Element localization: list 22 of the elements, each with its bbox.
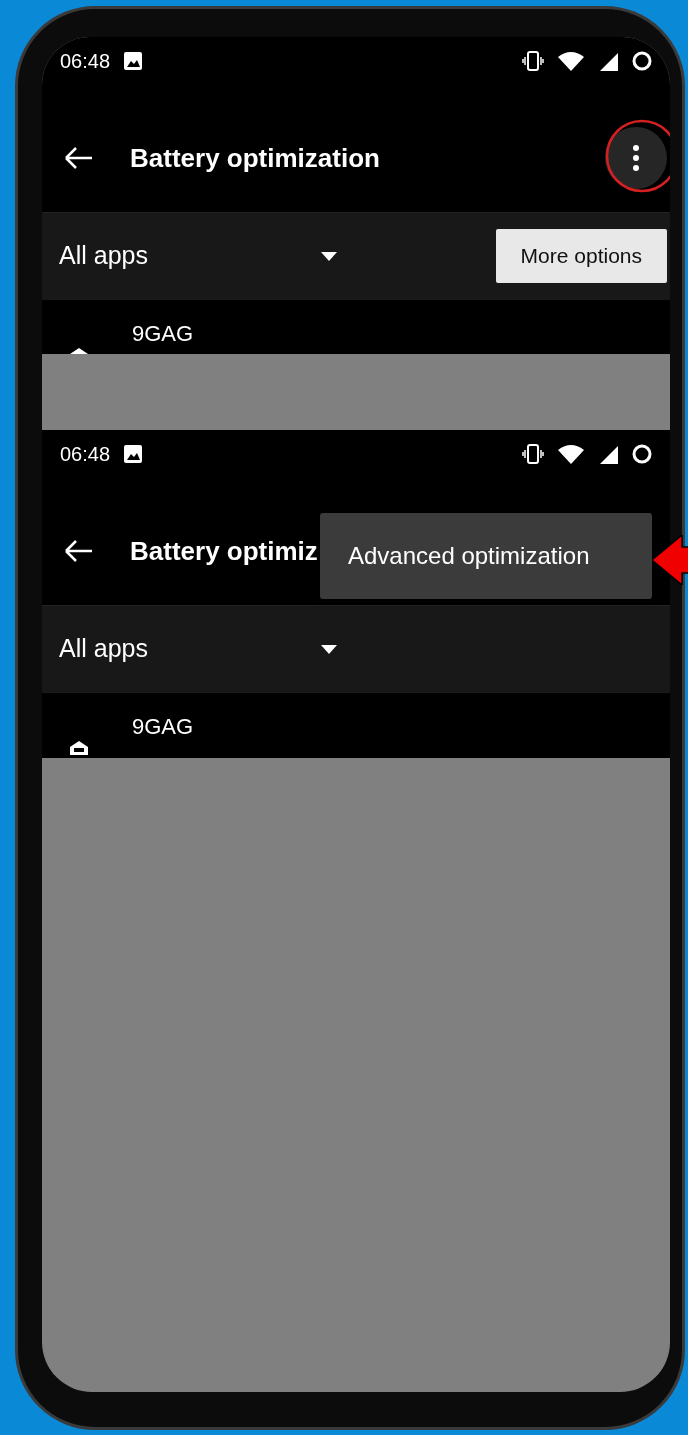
- more-options-button[interactable]: More options: [495, 229, 667, 283]
- vibrate-icon: [522, 443, 544, 464]
- filter-dropdown-text: All apps: [59, 240, 149, 272]
- more-menu-button[interactable]: [605, 127, 667, 189]
- battery-icon: [632, 50, 652, 71]
- wifi-icon: [558, 50, 584, 71]
- menu-icon: [632, 144, 640, 172]
- dropdown-caret-icon[interactable]: [321, 251, 337, 261]
- image-icon: [124, 444, 143, 463]
- app-name: 9GAG: [132, 323, 194, 345]
- clock-text: 06:48: [60, 441, 111, 467]
- battery-icon: [632, 443, 652, 464]
- dropdown-caret-icon[interactable]: [321, 644, 337, 654]
- screen-title: Battery optimiz: [130, 534, 318, 568]
- image-icon: [124, 51, 143, 70]
- vibrate-icon: [522, 50, 544, 71]
- filter-dropdown-text: All apps: [59, 633, 149, 665]
- clock-text: 06:48: [60, 48, 111, 74]
- wifi-icon: [558, 443, 584, 464]
- app-icon: [70, 741, 88, 755]
- screen-title: Battery optimization: [130, 141, 380, 175]
- app-name: 9GAG: [132, 716, 194, 738]
